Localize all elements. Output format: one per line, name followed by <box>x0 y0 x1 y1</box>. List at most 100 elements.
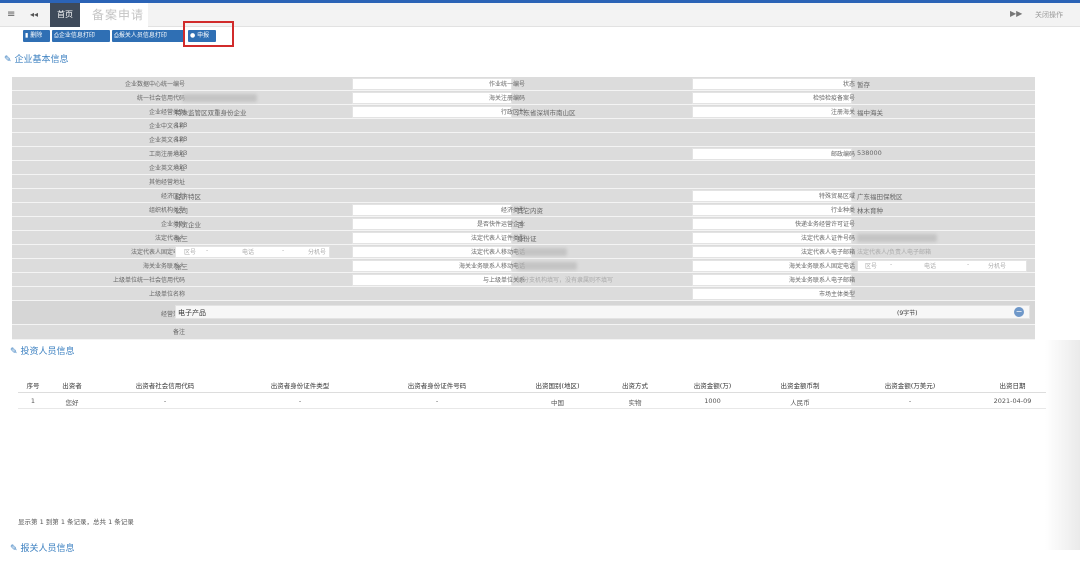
redacted-value <box>182 94 257 102</box>
en-addr-value[interactable]: 123 <box>175 163 187 171</box>
table-header: 出资方式 <box>622 382 648 390</box>
section-investor-info: ✎ 投资人员信息 <box>10 347 75 357</box>
minus-circle-icon[interactable]: − <box>1014 307 1024 317</box>
edit-icon: ✎ <box>4 55 12 65</box>
print-customs-staff-button[interactable]: ⎙报关人员信息打印 <box>112 30 184 42</box>
field-label: 上级单位统一社会信用代码 <box>112 277 185 284</box>
form-row: 备注 <box>12 325 1035 340</box>
close-operation-button[interactable]: 关闭操作 <box>1035 10 1063 20</box>
tab-filing-application[interactable]: 备案申请 <box>80 3 148 27</box>
industry-value[interactable]: 林木育种 <box>857 205 883 215</box>
section-customs-staff-info: ✎ 报关人员信息 <box>10 544 75 554</box>
field-bg <box>692 204 852 216</box>
field-label: 检验检疫备案号 <box>812 95 855 102</box>
menu-icon[interactable]: ≡ <box>7 9 15 21</box>
print-company-button[interactable]: ⎙企业信息打印 <box>52 30 110 42</box>
form-row: 企业英文名称 123 <box>12 133 1035 147</box>
form-row: 上级单位统一社会信用代码 与上级单位关系 如分支机构填写，没有隶属则不填写 海关… <box>12 273 1035 287</box>
table-cell: 人民币 <box>790 399 810 407</box>
company-class-value[interactable]: 外贸企业 <box>175 219 201 229</box>
field-label: 海关业务联系人固定电话 <box>788 263 855 270</box>
table-header: 出资者身份证件类型 <box>270 382 330 390</box>
form-row: 工商注册地址 123 邮政编码 538000 <box>12 147 1035 161</box>
scope-char-counter: (9字节) <box>897 310 918 317</box>
phone-placeholder: 电话 <box>242 249 255 256</box>
field-label: 市场主体类型 <box>818 291 855 298</box>
form-row: 企业类别 外贸企业 是否快件运营企业 否 快递业务经营许可证号 <box>12 217 1035 231</box>
table-header: 出资金额(万) <box>693 382 732 390</box>
table-header: 出资金额(万美元) <box>884 382 936 390</box>
legal-rep-value[interactable]: 张三 <box>175 233 188 243</box>
express-operator-value[interactable]: 否 <box>517 219 524 229</box>
scroll-shadow <box>1045 340 1080 550</box>
back-icon[interactable]: ◂◂ <box>30 9 38 21</box>
field-label: 状态 <box>842 81 855 88</box>
field-label: 企业数据中心统一编号 <box>124 81 185 88</box>
form-row: 海关业务联系人 张三 海关业务联系人移动电话 海关业务联系人固定电话 区号 - … <box>12 259 1035 273</box>
field-bg <box>352 204 512 216</box>
edit-icon: ✎ <box>10 544 18 554</box>
highlight-box <box>183 21 234 47</box>
table-header: 出资者社会信用代码 <box>135 382 195 390</box>
status-value: 暂存 <box>857 81 870 89</box>
table-cell: 您好 <box>65 399 79 407</box>
postcode-value[interactable]: 538000 <box>857 149 882 157</box>
table-cell: 1 <box>30 397 36 405</box>
field-label: 注册海关 <box>830 109 855 116</box>
tab-home[interactable]: 首页 <box>50 3 80 27</box>
scope-value: 电子产品 <box>178 309 206 317</box>
en-name-value[interactable]: 123 <box>175 135 187 143</box>
field-bg <box>692 148 852 160</box>
field-label: 行业种类 <box>830 207 855 214</box>
legal-email-placeholder[interactable]: 法定代表人/负责人电子邮箱 <box>857 247 931 256</box>
table-cell: - <box>908 397 912 405</box>
delete-button[interactable]: ▮ 删除 <box>23 30 50 42</box>
form-row: 组织机构类型 公司 经济类型 其它内资 行业种类 林木育种 <box>12 203 1035 217</box>
phone-placeholder: 电话 <box>924 263 937 270</box>
table-header: 出资国别(地区) <box>535 382 580 390</box>
table-cell: 2021-04-09 <box>993 397 1032 405</box>
basic-info-form: 企业数据中心统一编号 作业统一编号 状态 暂存 统一社会信用代码 海关注册编码 … <box>12 77 1035 340</box>
field-bg <box>352 106 512 118</box>
field-label: 备注 <box>172 329 185 336</box>
field-label: 法定代表人电子邮箱 <box>800 249 855 256</box>
separator: - <box>206 247 209 254</box>
separator: - <box>890 261 893 268</box>
org-type-value[interactable]: 公司 <box>175 205 188 215</box>
field-label: 统一社会信用代码 <box>136 95 185 102</box>
status-field-bg <box>692 78 852 90</box>
reg-customs-value[interactable]: 福中海关 <box>857 107 883 117</box>
tab-bar: ≡ ◂◂ <box>0 3 1080 27</box>
field-label: 上级单位名称 <box>148 291 185 298</box>
table-cell: 1000 <box>704 397 721 405</box>
econ-type-value[interactable]: 其它内资 <box>517 205 543 215</box>
field-label: 海关业务联系人移动电话 <box>458 263 525 270</box>
field-label: 作业统一编号 <box>488 81 525 88</box>
form-row: 其他经营地址 <box>12 175 1035 189</box>
form-row: 企业中文名称 123 <box>12 119 1035 133</box>
tab-scroll-right-icon[interactable]: ▶▶ <box>1010 9 1022 18</box>
table-cell: 实物 <box>628 399 642 407</box>
table-header: 序号 <box>26 382 40 390</box>
econ-zone-value[interactable]: 经济特区 <box>175 191 201 201</box>
form-row: 法定代表人 张三 法定代表人证件类型 身份证 法定代表人证件号码 <box>12 231 1035 245</box>
legal-id-type-value[interactable]: 身份证 <box>517 233 537 243</box>
form-row: 经营范围 电子产品 (9字节) − <box>12 301 1035 325</box>
ext-placeholder: 分机号 <box>308 249 327 256</box>
form-row: 法定代表人固定电话 区号 - 电话 - 分机号 法定代表人移动电话 法定代表人电… <box>12 245 1035 259</box>
ext-placeholder: 分机号 <box>988 263 1007 270</box>
special-area-value[interactable]: 广东福田保税区 <box>857 191 903 201</box>
table-header: 出资者身份证件号码 <box>407 382 467 390</box>
region-value[interactable]: 广东省深圳市南山区 <box>517 107 576 117</box>
customs-contact-value[interactable]: 张三 <box>175 261 188 271</box>
field-label: 邮政编码 <box>830 151 855 158</box>
biz-type-value[interactable]: 特殊监管区双重身份企业 <box>175 107 247 117</box>
field-bg <box>692 106 852 118</box>
separator: - <box>967 261 970 268</box>
reg-addr-value[interactable]: 123 <box>175 149 187 157</box>
cn-name-value[interactable]: 123 <box>175 121 187 129</box>
table-cell: - <box>163 397 167 405</box>
table-row-divider <box>18 408 1046 409</box>
parent-relation-placeholder[interactable]: 如分支机构填写，没有隶属则不填写 <box>517 275 613 284</box>
table-cell: - <box>298 397 302 405</box>
